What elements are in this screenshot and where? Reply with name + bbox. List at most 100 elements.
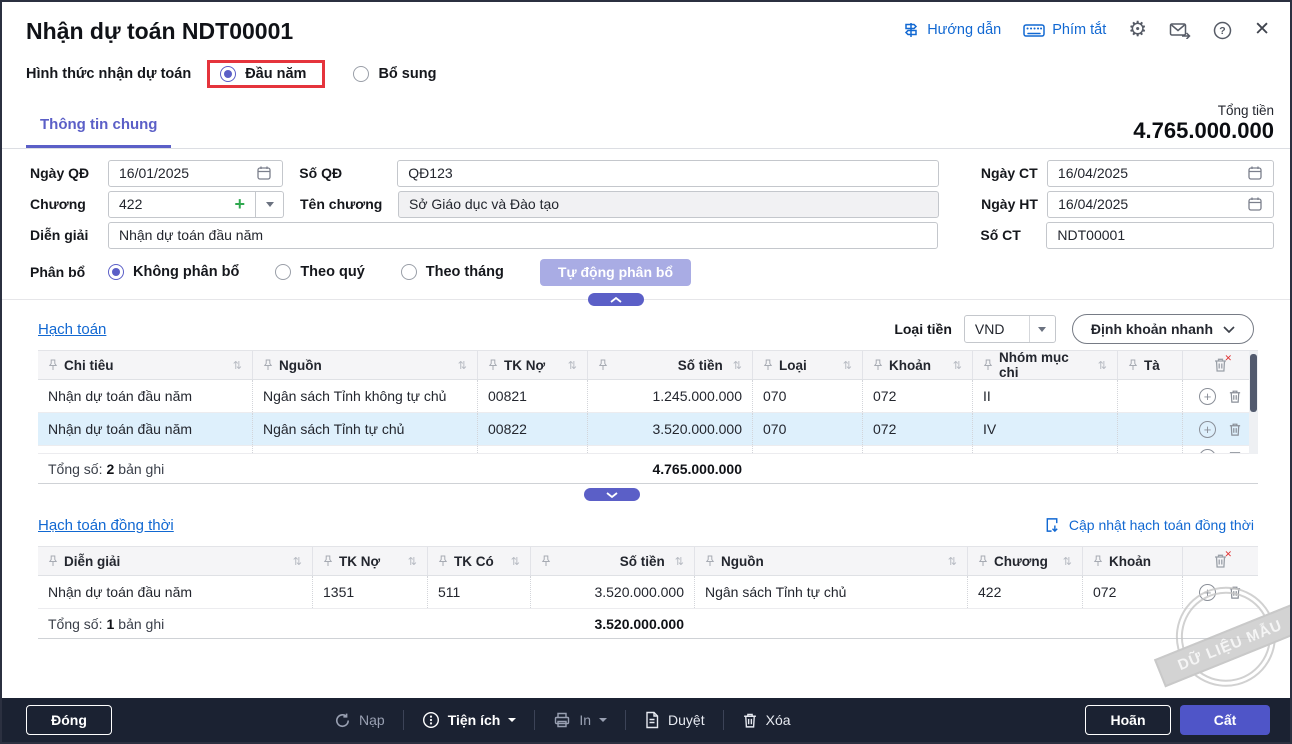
sort-icon[interactable]: ⇅ xyxy=(233,359,242,372)
print-button[interactable]: In xyxy=(553,711,608,729)
collapse-form-button[interactable] xyxy=(588,293,644,306)
collapse-table-button[interactable] xyxy=(584,488,640,501)
pin-icon[interactable] xyxy=(48,359,58,371)
column-header-nguon[interactable]: Nguồn ⇅ xyxy=(694,547,967,575)
currency-select[interactable]: VND xyxy=(963,315,1056,343)
so-qd-label: Số QĐ xyxy=(299,165,343,181)
pin-icon[interactable] xyxy=(705,555,715,567)
add-plus-icon[interactable]: + xyxy=(234,195,245,213)
help-icon[interactable]: ? xyxy=(1213,21,1232,40)
column-header-dien-giai[interactable]: Diễn giải ⇅ xyxy=(38,547,312,575)
record-count: Tổng số: 2 bản ghi xyxy=(48,460,165,477)
pin-icon[interactable] xyxy=(598,359,608,371)
pin-icon[interactable] xyxy=(323,555,333,567)
reload-button[interactable]: Nạp xyxy=(334,712,385,729)
guide-link[interactable]: Hướng dẫn xyxy=(902,21,1001,39)
column-header-nguon[interactable]: Nguồn ⇅ xyxy=(252,351,477,379)
tab-thong-tin-chung[interactable]: Thông tin chung xyxy=(26,116,172,148)
update-simultaneous-link[interactable]: Cập nhật hạch toán đồng thời xyxy=(1044,516,1254,534)
column-header-so-tien[interactable]: Số tiền ⇅ xyxy=(530,547,694,575)
delete-button[interactable]: Xóa xyxy=(742,712,791,729)
column-header-tk-no[interactable]: TK Nợ ⇅ xyxy=(312,547,427,575)
pin-icon[interactable] xyxy=(438,555,448,567)
delete-row-icon[interactable] xyxy=(1228,585,1242,600)
scrollbar-track[interactable] xyxy=(1249,351,1258,454)
column-header-chuong[interactable]: Chương ⇅ xyxy=(967,547,1082,575)
calendar-icon[interactable] xyxy=(1247,196,1263,212)
delete-row-icon[interactable] xyxy=(1228,389,1242,404)
column-header-so-tien[interactable]: Số tiền ⇅ xyxy=(587,351,752,379)
column-header-nhom-muc-chi[interactable]: Nhóm mục chi ⇅ xyxy=(972,350,1117,380)
table-row[interactable]: Nhận dự toán đầu năm Ngân sách Tỉnh khôn… xyxy=(38,380,1258,413)
close-icon[interactable]: ✕ xyxy=(1254,20,1270,40)
ngay-ht-input[interactable]: 16/04/2025 xyxy=(1047,190,1274,218)
column-header-tk-no[interactable]: TK Nợ ⇅ xyxy=(477,351,587,379)
column-header-chi-tieu[interactable]: Chi tiêu ⇅ xyxy=(38,351,252,379)
calendar-icon[interactable] xyxy=(1247,165,1263,181)
hach-toan-dong-thoi-link[interactable]: Hạch toán đồng thời xyxy=(38,517,174,534)
sort-icon[interactable]: ⇅ xyxy=(1098,359,1107,372)
column-header-khoan[interactable]: Khoản xyxy=(1082,547,1182,575)
shortcut-link[interactable]: Phím tắt xyxy=(1023,21,1106,39)
pin-icon[interactable] xyxy=(1093,555,1103,567)
radio-theo-quy[interactable]: Theo quý xyxy=(275,264,365,280)
pin-icon[interactable] xyxy=(488,359,498,371)
pin-icon[interactable] xyxy=(763,359,773,371)
column-header-tk-co[interactable]: TK Có ⇅ xyxy=(427,547,530,575)
chuong-dropdown-button[interactable] xyxy=(256,190,284,218)
scrollbar-thumb[interactable] xyxy=(1250,354,1257,412)
delete-all-rows-icon[interactable]: ✕ xyxy=(1213,549,1232,569)
sort-icon[interactable]: ⇅ xyxy=(458,359,467,372)
table-row[interactable]: Nhận dự toán đầu năm 1351 511 3.520.000.… xyxy=(38,576,1258,609)
pin-icon[interactable] xyxy=(978,555,988,567)
toolbar-center-group: Nạp Tiện ích In Duyệt Xóa xyxy=(334,710,791,730)
column-header-khoan[interactable]: Khoản ⇅ xyxy=(862,351,972,379)
utilities-button[interactable]: Tiện ích xyxy=(422,711,517,729)
sort-icon[interactable]: ⇅ xyxy=(293,555,302,568)
save-button[interactable]: Cất xyxy=(1180,705,1270,735)
table-row-selected[interactable]: Nhận dự toán đầu năm Ngân sách Tỉnh tự c… xyxy=(38,413,1258,446)
pin-icon[interactable] xyxy=(873,359,883,371)
sort-icon[interactable]: ⇅ xyxy=(948,555,957,568)
column-header-ta[interactable]: Tà xyxy=(1117,351,1182,379)
delete-all-rows-icon[interactable]: ✕ xyxy=(1213,353,1232,373)
hach-toan-link[interactable]: Hạch toán xyxy=(38,321,106,338)
so-qd-input[interactable]: QĐ123 xyxy=(397,159,939,187)
delete-row-icon[interactable] xyxy=(1228,422,1242,437)
pin-icon[interactable] xyxy=(263,359,273,371)
mail-send-icon[interactable] xyxy=(1169,21,1191,39)
quick-entry-button[interactable]: Định khoản nhanh xyxy=(1071,314,1254,344)
radio-bo-sung[interactable]: Bổ sung xyxy=(353,66,436,82)
sort-icon[interactable]: ⇅ xyxy=(408,555,417,568)
ngay-ct-input[interactable]: 16/04/2025 xyxy=(1046,159,1274,187)
pin-icon[interactable] xyxy=(983,359,993,371)
auto-allocate-button[interactable]: Tự động phân bổ xyxy=(539,258,692,286)
add-row-icon[interactable]: + xyxy=(1199,583,1216,601)
radio-khong-phan-bo[interactable]: Không phân bổ xyxy=(108,264,239,280)
ngay-qd-input[interactable]: 16/01/2025 xyxy=(108,159,284,187)
radio-theo-thang[interactable]: Theo tháng xyxy=(400,264,504,280)
sort-icon[interactable]: ⇅ xyxy=(675,555,684,568)
sort-icon[interactable]: ⇅ xyxy=(511,555,520,568)
column-header-loai[interactable]: Loại ⇅ xyxy=(752,351,862,379)
chuong-input[interactable]: 422 + xyxy=(108,190,256,218)
sort-icon[interactable]: ⇅ xyxy=(733,359,742,372)
approve-button[interactable]: Duyệt xyxy=(644,711,705,729)
postpone-button[interactable]: Hoãn xyxy=(1085,705,1171,735)
pin-icon[interactable] xyxy=(1128,359,1138,371)
pin-icon[interactable] xyxy=(48,555,58,567)
so-ct-input[interactable]: NDT00001 xyxy=(1046,221,1274,249)
sort-icon[interactable]: ⇅ xyxy=(1063,555,1072,568)
dialog-header: Nhận dự toán NDT00001 Hướng dẫn Phím tắt… xyxy=(2,2,1290,50)
sort-icon[interactable]: ⇅ xyxy=(953,359,962,372)
dien-giai-input[interactable]: Nhận dự toán đầu năm xyxy=(108,221,939,249)
pin-icon[interactable] xyxy=(541,555,551,567)
radio-dau-nam[interactable]: Đầu năm xyxy=(220,66,306,82)
add-row-icon[interactable]: + xyxy=(1199,387,1216,405)
add-row-icon[interactable]: + xyxy=(1199,420,1216,438)
close-button[interactable]: Đóng xyxy=(26,705,112,735)
sort-icon[interactable]: ⇅ xyxy=(568,359,577,372)
settings-gear-icon[interactable]: ⚙ xyxy=(1128,19,1147,40)
sort-icon[interactable]: ⇅ xyxy=(843,359,852,372)
calendar-icon[interactable] xyxy=(256,165,272,181)
